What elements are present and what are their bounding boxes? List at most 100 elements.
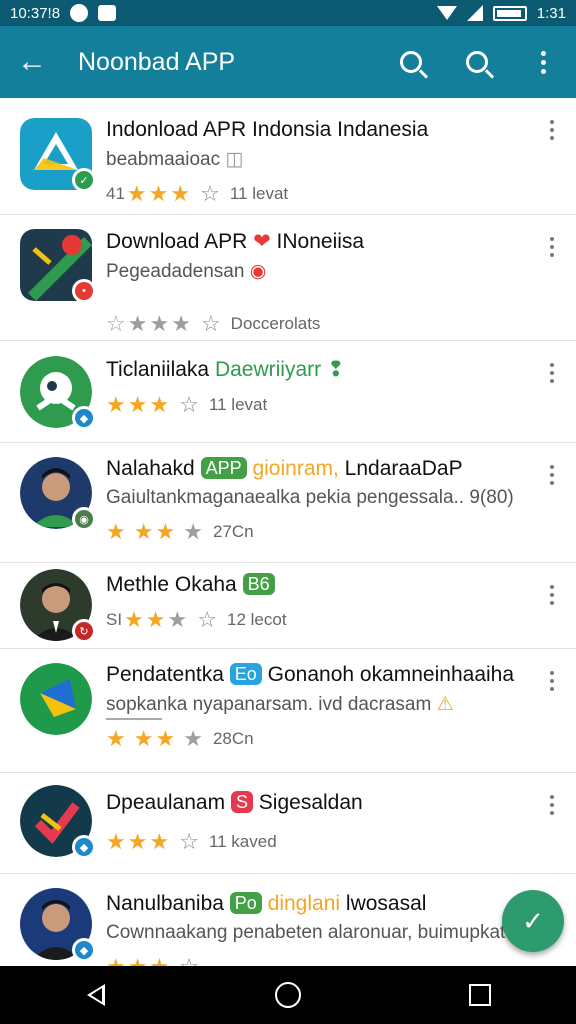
star-icon: ★: [124, 607, 144, 632]
search-button[interactable]: [378, 26, 444, 98]
star-icon: ★: [127, 311, 148, 336]
app-title-tail: Gonanoh okamneinhaaiha: [267, 663, 515, 686]
app-chip: Eo: [229, 663, 262, 685]
item-more-button[interactable]: [542, 363, 562, 383]
download-icon: [98, 5, 117, 21]
status-time-right: 1:31: [536, 4, 566, 22]
star-icon: ★: [183, 519, 203, 544]
item-more-button[interactable]: [542, 120, 562, 140]
wifi-icon: [436, 6, 457, 20]
nav-recents-button[interactable]: [450, 975, 510, 1015]
shield-badge: ◆: [72, 406, 96, 430]
app-title-text: Dpeaulanam: [106, 791, 226, 814]
arrow-left-icon: ←: [17, 45, 47, 78]
item-more-button[interactable]: [542, 671, 562, 691]
pin-icon: ❢: [326, 358, 345, 381]
list-item[interactable]: ◆ Nanulbaniba Po dinglani lwosasal Cownn…: [0, 874, 576, 966]
app-title-tail-2: LndaraaDaP: [344, 457, 463, 480]
star-icon: ★: [145, 607, 166, 632]
rating-count: 12 lecot: [227, 610, 287, 629]
rating: ☆ ★ ★ ★ ☆ Doccerolats: [106, 313, 530, 335]
item-more-button[interactable]: [542, 795, 562, 815]
list-item[interactable]: ◆ Ticlaniilaka Daewriiyarr ❢ ★ ★ ★ ☆ 11 …: [0, 341, 576, 443]
row-content: Methle Okaha B6 SI ★ ★ ★ ☆ 12 lecot: [106, 573, 530, 631]
rating-count: Doccerolats: [230, 314, 321, 333]
rating: ★ ★ ★ ☆ 11 levat: [106, 394, 530, 416]
status-left: 10:37!8: [10, 4, 117, 22]
app-title-text: Ticlaniilaka: [106, 358, 210, 381]
shield-badge: ◆: [72, 835, 96, 859]
row-content: Pendatentka Eo Gonanoh okamneinhaaiha so…: [106, 663, 530, 750]
app-subtitle-text: sopkanka nyapanarsam. ivd dacrasam: [106, 694, 432, 715]
back-button[interactable]: ←: [0, 26, 64, 98]
app-chip: B6: [242, 573, 275, 595]
list-item[interactable]: ◆ Dpeaulanam S Sigesaldan ★ ★ ★ ☆ 11 kav…: [0, 773, 576, 874]
nav-home-button[interactable]: [258, 975, 318, 1015]
list-item[interactable]: Pendatentka Eo Gonanoh okamneinhaaiha so…: [0, 649, 576, 773]
list-item[interactable]: ↻ Methle Okaha B6 SI ★ ★ ★ ☆ 12 lecot: [0, 563, 576, 649]
app-icon-container: ↻: [20, 569, 96, 643]
app-title: Nalahakd APP gioinram, LndaraaDaP: [106, 457, 530, 481]
nav-back-icon: [87, 984, 105, 1006]
star-icon: ★: [171, 311, 191, 336]
app-title-tail: INoneiisa: [276, 230, 365, 253]
app-title-text: Nanulbaniba: [106, 892, 224, 915]
item-more-button[interactable]: [542, 237, 562, 257]
more-vert-icon: [540, 50, 546, 74]
info-icon: ◫: [225, 149, 244, 170]
item-more-button[interactable]: [542, 585, 562, 605]
star-icon: ★: [170, 181, 191, 206]
list-item[interactable]: • Download APR ❤ INoneiisa Pegeadadensan…: [0, 215, 576, 341]
app-subtitle-text: beabmaaioac: [106, 149, 221, 170]
app-icon-container: [20, 663, 92, 735]
shield-badge: ◆: [72, 938, 96, 962]
star-icon: ★: [106, 392, 126, 417]
fab-button[interactable]: ✓: [502, 890, 564, 952]
star-icon: ★: [106, 726, 126, 751]
list-item[interactable]: ✓ Indonload APR Indonsia Indanesia beabm…: [0, 98, 576, 215]
rating: SI ★ ★ ★ ☆ 12 lecot: [106, 609, 530, 631]
app-title-tail: gioinram,: [252, 457, 339, 480]
search-icon: [466, 51, 488, 73]
row-content: Indonload APR Indonsia Indanesia beabmaa…: [106, 118, 530, 205]
row-content: Nalahakd APP gioinram, LndaraaDaP Gaiult…: [106, 457, 530, 543]
rating: ★ ★ ★ ☆ 11 kaved: [106, 831, 530, 853]
overflow-menu-button[interactable]: [510, 26, 576, 98]
rating: ★ ★ ★ ★ 27Cn: [106, 521, 530, 543]
rating-prefix: SI: [106, 610, 123, 629]
star-icon: ★: [155, 726, 176, 751]
status-badge: •: [72, 279, 96, 303]
divider: [106, 718, 162, 720]
star-icon: ★: [133, 726, 154, 751]
app-title-text: Methle Okaha: [106, 573, 237, 596]
nav-back-button[interactable]: [66, 975, 126, 1015]
nav-recents-icon: [469, 984, 491, 1006]
star-icon: ★: [106, 956, 126, 967]
item-more-button[interactable]: [542, 465, 562, 485]
star-outline-icon: ☆: [179, 956, 199, 967]
promo-icon: ◉: [249, 261, 267, 282]
star-icon: ★: [149, 392, 170, 417]
app-chip: Po: [229, 892, 262, 914]
app-subtitle: Cownnaakang penabeten alaronuar, buimupk…: [106, 922, 506, 943]
app-title-text: Download APR: [106, 230, 248, 253]
app-list: ✓ Indonload APR Indonsia Indanesia beabm…: [0, 98, 576, 966]
app-icon-container: ✓: [20, 118, 96, 192]
row-content: Download APR ❤ INoneiisa Pegeadadensan ◉…: [106, 229, 530, 335]
signal-icon: [466, 5, 483, 21]
app-subtitle: Gaiultankmaganaealka pekia pengessala.. …: [106, 487, 514, 508]
app-subtitle: Pegeadadensan ◉: [106, 260, 530, 283]
star-icon: ★: [133, 519, 154, 544]
rating-count: 11 levat: [208, 395, 268, 414]
list-item[interactable]: ◉ Nalahakd APP gioinram, LndaraaDaP Gaiu…: [0, 443, 576, 563]
status-badge: ↻: [72, 619, 96, 643]
check-icon: ✓: [522, 905, 544, 936]
search-button-secondary[interactable]: [444, 26, 510, 98]
app-icon-container: ◆: [20, 356, 96, 430]
app-title-text: Nalahakd: [106, 457, 195, 480]
app-title: Pendatentka Eo Gonanoh okamneinhaaiha: [106, 663, 530, 687]
star-outline-icon: ☆: [197, 607, 217, 632]
app-bar: ← Noonbad APP: [0, 26, 576, 98]
row-content: Ticlaniilaka Daewriiyarr ❢ ★ ★ ★ ☆ 11 le…: [106, 357, 530, 416]
row-content: Nanulbaniba Po dinglani lwosasal Cownnaa…: [106, 892, 506, 966]
